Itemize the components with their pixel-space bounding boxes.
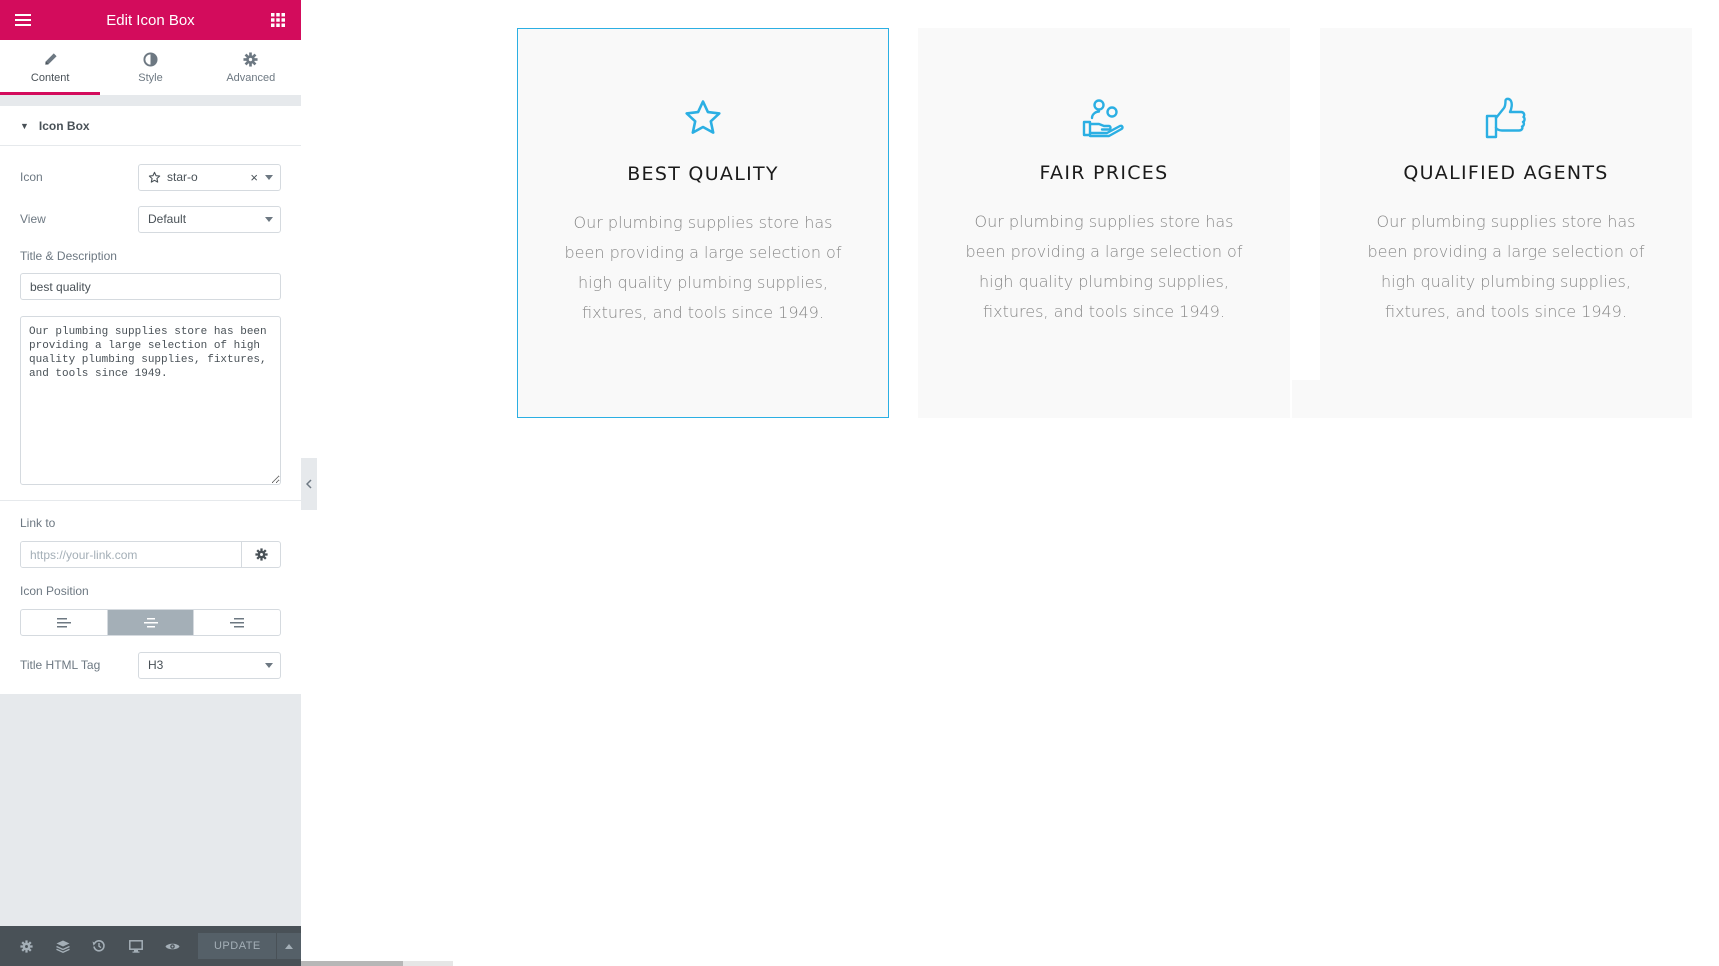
thumbs-up-icon: [1485, 97, 1526, 139]
position-top-button[interactable]: [107, 610, 195, 635]
view-select[interactable]: Default: [138, 205, 281, 233]
icon-box-title: QUALIFIED AGENTS: [1403, 162, 1609, 184]
panel-tabs: Content Style Advanced: [0, 40, 301, 96]
title-desc-label-row: Title & Description: [0, 234, 301, 273]
view-control: View Default: [0, 204, 301, 234]
icon-label: Icon: [20, 170, 43, 184]
icon-box-title: BEST QUALITY: [627, 163, 779, 185]
title-tag-control: Title HTML Tag H3: [0, 650, 301, 680]
gear-icon: [20, 939, 33, 953]
title-desc-label: Title & Description: [20, 249, 117, 263]
hand-people-icon: [1082, 99, 1124, 138]
clear-icon[interactable]: ×: [250, 170, 258, 185]
link-options-button[interactable]: [241, 542, 280, 567]
align-right-icon: [230, 617, 245, 627]
icon-position-label-row: Icon Position: [0, 568, 301, 609]
star-small-icon: [148, 171, 161, 183]
half-circle-icon: [143, 51, 158, 67]
tab-style[interactable]: Style: [100, 40, 200, 95]
align-left-icon: [56, 617, 71, 627]
column-gap-strip: [1292, 380, 1320, 418]
caret-up-icon: [285, 943, 294, 949]
icon-value: star-o: [167, 170, 198, 184]
icon-box-fair-prices[interactable]: FAIR PRICES Our plumbing supplies store …: [918, 28, 1290, 418]
menu-button[interactable]: [12, 9, 34, 31]
icon-position-choices: [20, 609, 281, 636]
title-input[interactable]: [20, 273, 281, 300]
icon-box-title: FAIR PRICES: [1039, 162, 1169, 184]
eye-icon: [165, 943, 180, 949]
desktop-icon: [128, 939, 143, 953]
tab-label: Style: [138, 71, 163, 84]
chevron-down-icon: [265, 216, 273, 222]
update-options-button[interactable]: [277, 933, 301, 959]
chevron-left-icon: [306, 479, 312, 489]
panel-footer: UPDATE: [0, 926, 301, 966]
chevron-down-icon: [265, 662, 273, 668]
hamburger-icon: [15, 14, 31, 26]
history-button[interactable]: [81, 926, 117, 966]
panel-header: Edit Icon Box: [0, 0, 301, 40]
tab-advanced[interactable]: Advanced: [201, 40, 301, 95]
link-input[interactable]: [21, 542, 241, 567]
icon-box-icon-wrap: [918, 97, 1290, 143]
tab-label: Advanced: [226, 71, 276, 84]
icon-box-icon-wrap: [1320, 97, 1692, 143]
icon-box-description: Our plumbing supplies store has been pro…: [1367, 212, 1645, 321]
section-toggle-icon-box[interactable]: ▼ Icon Box: [0, 106, 301, 146]
icon-box-description: Our plumbing supplies store has been pro…: [965, 212, 1243, 321]
tab-gap: [0, 96, 301, 106]
tab-content[interactable]: Content: [0, 40, 100, 95]
icon-box-best-quality[interactable]: BEST QUALITY Our plumbing supplies store…: [517, 28, 889, 418]
gear-icon: [254, 548, 268, 561]
icon-box-qualified-agents[interactable]: QUALIFIED AGENTS Our plumbing supplies s…: [1320, 28, 1692, 418]
title-tag-select[interactable]: H3: [138, 651, 281, 679]
scrollbar-thumb[interactable]: [301, 961, 403, 966]
star-outline-icon: [685, 100, 721, 134]
title-tag-label: Title HTML Tag: [20, 658, 101, 672]
navigator-button[interactable]: [44, 926, 80, 966]
description-textarea[interactable]: Our plumbing supplies store has been pro…: [20, 316, 281, 485]
icon-control: Icon star-o ×: [0, 162, 301, 192]
update-button[interactable]: UPDATE: [198, 933, 277, 959]
link-field: [20, 541, 281, 568]
position-right-button[interactable]: [194, 610, 280, 635]
link-label: Link to: [20, 516, 56, 530]
tab-label: Content: [30, 71, 70, 84]
settings-button[interactable]: [8, 926, 44, 966]
pencil-icon: [45, 52, 57, 65]
icon-picker[interactable]: star-o ×: [138, 163, 281, 191]
editor-panel: Edit Icon Box Content Style Advanced ▼ I…: [0, 0, 301, 966]
section-title: Icon Box: [38, 118, 90, 133]
link-label-row: Link to: [0, 501, 301, 541]
title-tag-value: H3: [148, 658, 164, 672]
gear-icon: [243, 51, 258, 67]
layers-icon: [55, 940, 70, 953]
chevron-down-icon: [265, 174, 273, 180]
history-icon: [92, 940, 105, 952]
caret-down-icon: ▼: [20, 120, 29, 131]
icon-box-icon-wrap: [518, 98, 888, 144]
grid-icon: [270, 13, 285, 27]
preview-button[interactable]: [154, 926, 190, 966]
controls-panel: ▼ Icon Box Icon star-o × View Default Ti…: [0, 106, 301, 694]
align-top-icon: [143, 617, 158, 627]
panel-collapse-toggle[interactable]: [301, 458, 317, 510]
view-value: Default: [148, 212, 187, 226]
position-left-button[interactable]: [21, 610, 108, 635]
view-label: View: [20, 212, 46, 226]
icon-position-label: Icon Position: [20, 584, 89, 598]
icon-box-description: Our plumbing supplies store has been pro…: [564, 213, 842, 322]
responsive-mode-button[interactable]: [117, 926, 153, 966]
widgets-button[interactable]: [267, 9, 289, 31]
panel-title: Edit Icon Box: [106, 11, 195, 29]
